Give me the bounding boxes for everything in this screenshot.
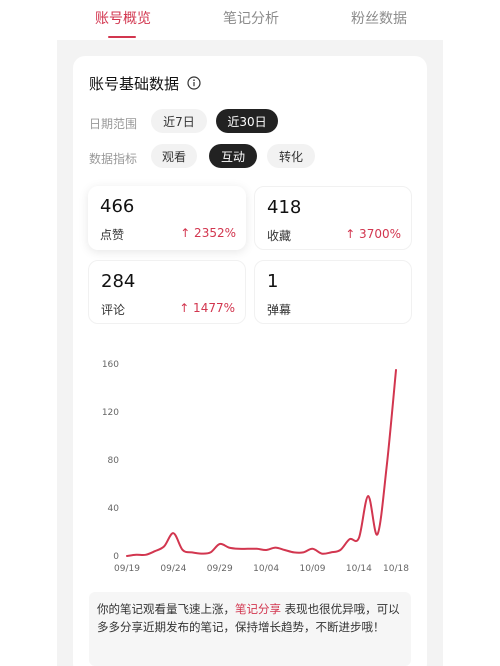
stat-card-likes[interactable]: 466 点赞 ↑ 2352% [88,186,246,250]
metric-option-views[interactable]: 观看 [151,144,197,168]
metric-option-conversion[interactable]: 转化 [267,144,315,168]
date-range-label: 日期范围 [89,117,138,131]
stat-label: 评论 [101,303,126,317]
stat-label: 收藏 [267,229,292,243]
growth-tip: 你的笔记观看量飞速上涨，笔记分享 表现也很优异哦，可以多多分享近期发布的笔记，保… [89,592,411,666]
stat-growth: ↑ 2352% [180,226,236,240]
stat-card-danmaku[interactable]: 1 弹幕 [254,260,412,324]
stat-value: 466 [100,196,135,217]
active-tab-indicator [108,36,136,38]
tab-fan-data[interactable]: 粉丝数据 [351,8,407,28]
stat-label: 点赞 [100,228,125,242]
stat-growth: ↑ 1477% [179,301,235,315]
top-tab-bar: 账号概览 笔记分析 粉丝数据 [0,0,500,40]
stat-card-favorites[interactable]: 418 收藏 ↑ 3700% [254,186,412,250]
tab-note-analysis[interactable]: 笔记分析 [223,8,279,28]
tab-account-overview[interactable]: 账号概览 [95,8,151,28]
stat-growth: ↑ 3700% [345,227,401,241]
stat-card-comments[interactable]: 284 评论 ↑ 1477% [88,260,246,324]
metric-option-interaction[interactable]: 互动 [209,144,257,168]
info-icon[interactable] [187,76,201,90]
stat-value: 1 [267,271,279,292]
tip-text: 你的笔记观看量飞速上涨， [97,602,235,616]
date-option-30d[interactable]: 近30日 [216,109,278,133]
date-option-7d[interactable]: 近7日 [151,109,207,133]
stat-value: 284 [101,271,136,292]
card-title: 账号基础数据 [89,75,180,93]
stat-label: 弹幕 [267,303,292,317]
tip-highlight-note-share[interactable]: 笔记分享 [235,602,281,616]
stat-value: 418 [267,197,302,218]
metric-label: 数据指标 [89,152,138,166]
